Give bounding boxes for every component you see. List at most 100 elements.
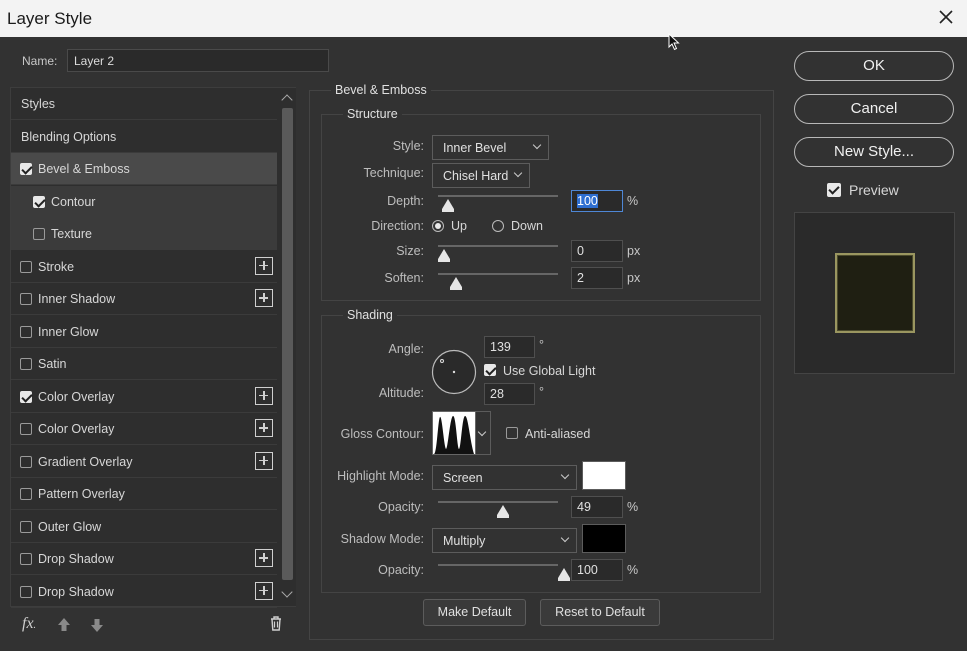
technique-select[interactable]: Chisel Hard (432, 163, 530, 188)
style-list-item[interactable]: Drop Shadow (11, 543, 277, 575)
style-list-item[interactable]: Gradient Overlay (11, 446, 277, 478)
reset-to-default-button[interactable]: Reset to Default (540, 599, 660, 626)
size-slider-knob[interactable] (438, 249, 450, 262)
style-checkbox[interactable] (20, 260, 32, 273)
style-list-item[interactable]: Drop Shadow (11, 576, 277, 608)
fx-icon: fx (22, 615, 34, 632)
preview-area (794, 212, 955, 374)
new-style-button[interactable]: New Style... (794, 137, 954, 167)
style-list-item[interactable]: Texture (11, 218, 277, 250)
gloss-contour-dropdown[interactable] (476, 411, 491, 455)
style-checkbox[interactable] (20, 163, 32, 175)
size-input[interactable]: 0 (571, 240, 623, 262)
close-icon[interactable] (935, 6, 957, 28)
style-checkbox[interactable] (20, 325, 32, 338)
style-list-item[interactable]: Blending Options (11, 121, 277, 153)
style-list-item[interactable]: Color Overlay (11, 413, 277, 445)
styles-scrollbar[interactable] (279, 88, 296, 606)
style-checkbox[interactable] (20, 293, 32, 305)
style-checkbox[interactable] (20, 488, 32, 500)
depth-slider-knob[interactable] (441, 199, 454, 212)
technique-label: Technique: (363, 166, 424, 180)
style-list-label: Pattern Overlay (38, 487, 125, 501)
highlight-color-swatch[interactable] (582, 461, 626, 490)
style-list-item[interactable]: Color Overlay (11, 381, 277, 413)
depth-slider-track[interactable] (438, 195, 558, 197)
style-list-label: Styles (21, 97, 56, 111)
style-checkbox[interactable] (20, 585, 32, 598)
style-checkbox[interactable] (20, 455, 32, 468)
direction-up-radio[interactable] (432, 220, 444, 232)
style-checkbox[interactable] (20, 520, 32, 533)
fx-menu-button[interactable]: fx. (22, 615, 36, 633)
soften-input[interactable]: 2 (571, 267, 623, 289)
shadow-mode-select[interactable]: Multiply (432, 528, 577, 553)
preview-checkbox[interactable] (827, 183, 841, 197)
gloss-contour-label: Gloss Contour: (340, 427, 424, 441)
bevel-emboss-title: Bevel & Emboss (331, 83, 431, 97)
direction-up-label: Up (451, 219, 467, 233)
size-slider-track[interactable] (438, 245, 558, 247)
style-list-item[interactable]: Bevel & Emboss (11, 153, 277, 185)
depth-input[interactable]: 100 (571, 190, 623, 212)
add-effect-icon[interactable] (255, 289, 273, 307)
style-list-item[interactable]: Inner Glow (11, 316, 277, 348)
styles-list: Styles Blending Options Bevel & Emboss Cont… (10, 87, 296, 608)
delete-effect-icon[interactable] (269, 615, 283, 631)
highlight-opacity-track[interactable] (438, 501, 558, 503)
direction-down-radio[interactable] (492, 220, 504, 232)
scrollbar-thumb[interactable] (282, 108, 293, 580)
style-checkbox[interactable] (20, 358, 32, 370)
angle-dial-icon[interactable] (431, 349, 477, 395)
scroll-up-icon[interactable] (281, 94, 293, 106)
style-checkbox[interactable] (33, 228, 45, 240)
style-checkbox[interactable] (20, 423, 32, 435)
style-list-label: Color Overlay (38, 422, 115, 436)
anti-aliased-checkbox[interactable] (506, 427, 518, 439)
add-effect-icon[interactable] (255, 419, 273, 437)
style-list-label: Gradient Overlay (38, 454, 133, 469)
altitude-input[interactable]: 28 (484, 383, 535, 405)
style-list-item[interactable]: Outer Glow (11, 511, 277, 543)
title-bar: Layer Style (0, 0, 967, 37)
add-effect-icon[interactable] (255, 256, 273, 275)
move-up-icon[interactable] (57, 617, 71, 633)
highlight-mode-select[interactable]: Screen (432, 465, 577, 490)
structure-title: Structure (343, 107, 402, 121)
direction-label: Direction: (371, 219, 424, 233)
shadow-opacity-knob[interactable] (558, 568, 570, 581)
angle-input[interactable]: 139 (484, 336, 535, 358)
style-list-item[interactable]: Styles (11, 88, 277, 120)
scroll-down-icon[interactable] (281, 586, 293, 598)
soften-slider-knob[interactable] (450, 277, 462, 290)
style-list-item[interactable]: Pattern Overlay (11, 478, 277, 510)
altitude-unit: ° (539, 385, 544, 399)
add-effect-icon[interactable] (255, 549, 273, 567)
cancel-button[interactable]: Cancel (794, 94, 954, 124)
ok-button[interactable]: OK (794, 51, 954, 81)
style-list-item[interactable]: Satin (11, 348, 277, 380)
move-down-icon[interactable] (90, 617, 104, 633)
gloss-contour-preview[interactable] (432, 411, 476, 455)
style-list-item[interactable]: Inner Shadow (11, 283, 277, 315)
style-select[interactable]: Inner Bevel (432, 135, 549, 160)
shadow-opacity-input[interactable]: 100 (571, 559, 623, 581)
add-effect-icon[interactable] (255, 451, 273, 470)
style-list-item[interactable]: Stroke (11, 251, 277, 283)
shadow-color-swatch[interactable] (582, 524, 626, 553)
style-checkbox[interactable] (33, 195, 45, 208)
shadow-opacity-track[interactable] (438, 564, 558, 566)
add-effect-icon[interactable] (255, 581, 273, 600)
highlight-opacity-input[interactable]: 49 (571, 496, 623, 518)
style-list-item[interactable]: Contour (11, 185, 277, 218)
add-effect-icon[interactable] (255, 386, 273, 405)
layer-name-input[interactable] (67, 49, 329, 72)
make-default-button[interactable]: Make Default (423, 599, 526, 626)
use-global-light-checkbox[interactable] (484, 364, 496, 376)
style-checkbox[interactable] (20, 553, 32, 565)
shadow-mode-value: Multiply (443, 534, 486, 548)
highlight-opacity-knob[interactable] (496, 505, 509, 518)
soften-slider-track[interactable] (438, 273, 558, 275)
name-label: Name: (22, 54, 58, 68)
style-checkbox[interactable] (20, 390, 32, 403)
